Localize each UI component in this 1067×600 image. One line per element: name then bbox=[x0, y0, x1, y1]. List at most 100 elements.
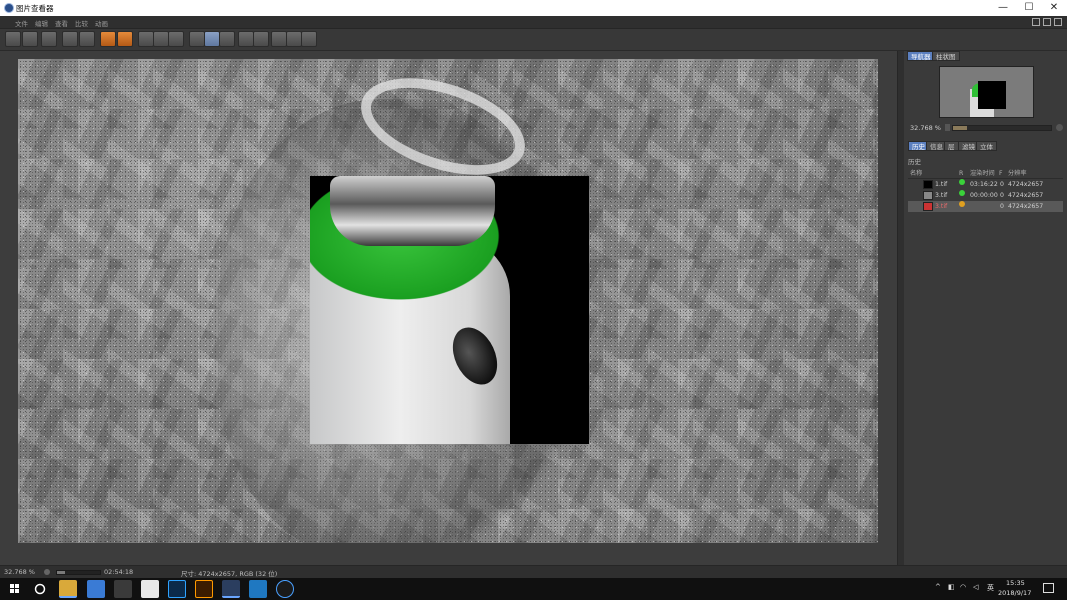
tray-network-icon[interactable]: ◧ bbox=[948, 583, 955, 591]
close-button[interactable]: ✕ bbox=[1041, 0, 1067, 16]
col-name: 名称 bbox=[910, 170, 923, 177]
status-dot bbox=[959, 201, 965, 207]
orange-icon-1[interactable] bbox=[100, 31, 116, 47]
status-time: 02:54:18 bbox=[104, 568, 134, 576]
rotate-icon[interactable] bbox=[271, 31, 287, 47]
tray-ime[interactable]: 英 bbox=[987, 583, 994, 593]
history-table: 名称 R 渲染时间 F 分辨率 1.tif 03:16:22 0 4724x26… bbox=[908, 168, 1063, 212]
frame-icon[interactable] bbox=[286, 31, 302, 47]
menu-file[interactable]: 文件 bbox=[15, 18, 28, 28]
col-time: 渲染时间 bbox=[970, 170, 995, 177]
save-icon[interactable] bbox=[22, 31, 38, 47]
status-dot bbox=[959, 190, 965, 196]
rendered-image[interactable] bbox=[18, 59, 878, 543]
search-icon[interactable] bbox=[168, 31, 184, 47]
tab-navigator[interactable]: 导航器 bbox=[907, 51, 935, 61]
frame-icon-2[interactable] bbox=[301, 31, 317, 47]
orange-icon-2[interactable] bbox=[117, 31, 133, 47]
row-f: 0 bbox=[1000, 181, 1004, 188]
row-resolution: 4724x2657 bbox=[1008, 181, 1044, 188]
photoshop-icon[interactable] bbox=[168, 580, 186, 598]
status-bar: 32.768 % 02:54:18 尺寸: 4724x2657, RGB (32… bbox=[0, 565, 1067, 578]
right-panel: 导航器 柱状图 32.768 % 历史 信息 层 滤镜 立体 历史 名称 R 渲… bbox=[904, 51, 1067, 565]
tab-histogram[interactable]: 柱状图 bbox=[932, 51, 960, 61]
film-icon[interactable] bbox=[189, 31, 205, 47]
vertical-scrollbar[interactable] bbox=[897, 51, 904, 565]
tab-layers[interactable]: 层 bbox=[944, 141, 959, 151]
vs-icon[interactable] bbox=[114, 580, 132, 598]
menu-animation[interactable]: 动画 bbox=[95, 18, 108, 28]
store-icon[interactable] bbox=[87, 580, 105, 598]
app-blue-icon[interactable] bbox=[249, 580, 267, 598]
render-icon[interactable] bbox=[41, 31, 57, 47]
bottle-cap bbox=[330, 176, 495, 246]
window-title: 图片查看器 bbox=[16, 4, 54, 13]
history-row[interactable]: 1.tif 03:16:22 0 4724x2657 bbox=[908, 179, 1063, 190]
grid-icon-1[interactable] bbox=[204, 31, 220, 47]
tray-wifi-icon[interactable]: ◠ bbox=[960, 583, 966, 591]
row-name: 3.tif bbox=[935, 203, 948, 210]
media-icon[interactable] bbox=[276, 580, 294, 598]
search-circle-icon[interactable] bbox=[31, 580, 49, 598]
zoom-slider[interactable] bbox=[952, 125, 1052, 131]
tab-stereo[interactable]: 立体 bbox=[976, 141, 997, 151]
tray-volume-icon[interactable]: ◁ bbox=[973, 583, 978, 591]
history-row-selected[interactable]: 3.tif 0 4724x2657 bbox=[908, 201, 1063, 212]
stack-icon-1[interactable] bbox=[138, 31, 154, 47]
status-play-icon[interactable] bbox=[44, 569, 50, 575]
grid-icon-2[interactable] bbox=[219, 31, 235, 47]
tray-time[interactable]: 15:35 bbox=[1006, 579, 1025, 587]
notification-icon[interactable] bbox=[1043, 583, 1054, 593]
row-time: 00:00:00 bbox=[970, 192, 998, 199]
menu-compare[interactable]: 比较 bbox=[75, 18, 88, 28]
compare-icon[interactable] bbox=[62, 31, 78, 47]
navigator-zoom-value: 32.768 % bbox=[910, 124, 941, 132]
tray-chevron-icon[interactable]: ^ bbox=[935, 583, 941, 591]
tray-date[interactable]: 2018/9/17 bbox=[998, 589, 1031, 597]
illustrator-icon[interactable] bbox=[195, 580, 213, 598]
menu-edit[interactable]: 编辑 bbox=[35, 18, 48, 28]
history-label: 历史 bbox=[908, 158, 921, 166]
row-name: 3.tif bbox=[935, 192, 948, 199]
row-thumbnail bbox=[923, 202, 933, 211]
file-explorer-icon[interactable] bbox=[59, 580, 77, 598]
row-f: 0 bbox=[1000, 192, 1004, 199]
open-icon[interactable] bbox=[5, 31, 21, 47]
col-r: R bbox=[959, 170, 964, 177]
taskbar: ^ ◧ ◠ ◁ 英 15:35 2018/9/17 bbox=[0, 578, 1067, 600]
menu-bar: 文件 编辑 查看 比较 动画 bbox=[0, 16, 1067, 29]
row-f: 0 bbox=[1000, 203, 1004, 210]
navigator-thumbnail[interactable] bbox=[939, 66, 1034, 118]
maximize-button[interactable]: ☐ bbox=[1016, 0, 1042, 16]
app-icon bbox=[4, 3, 14, 13]
row-name: 1.tif bbox=[935, 181, 948, 188]
zoom-icon[interactable] bbox=[79, 31, 95, 47]
image-viewport[interactable] bbox=[0, 51, 897, 565]
stack-icon-2[interactable] bbox=[153, 31, 169, 47]
zoom-play-button[interactable] bbox=[1056, 124, 1063, 131]
menu-view[interactable]: 查看 bbox=[55, 18, 68, 28]
channel-a-icon[interactable] bbox=[238, 31, 254, 47]
status-dot bbox=[959, 179, 965, 185]
chrome-icon[interactable] bbox=[141, 580, 159, 598]
zoom-stepper[interactable] bbox=[945, 124, 950, 131]
layout-icon-3[interactable] bbox=[1054, 18, 1062, 26]
start-icon[interactable] bbox=[6, 580, 24, 598]
title-bar: 图片查看器 — ☐ ✕ bbox=[0, 0, 1067, 16]
status-progress bbox=[56, 570, 101, 575]
history-header: 名称 R 渲染时间 F 分辨率 bbox=[908, 168, 1063, 179]
row-thumbnail bbox=[923, 180, 933, 189]
render-region bbox=[310, 176, 589, 444]
layout-icon-1[interactable] bbox=[1032, 18, 1040, 26]
row-time: 03:16:22 bbox=[970, 181, 998, 188]
history-row[interactable]: 3.tif 00:00:00 0 4724x2657 bbox=[908, 190, 1063, 201]
row-resolution: 4724x2657 bbox=[1008, 192, 1044, 199]
toolbar bbox=[0, 29, 1067, 51]
status-info: 尺寸: 4724x2657, RGB (32 位) bbox=[181, 570, 278, 578]
channel-b-icon[interactable] bbox=[253, 31, 269, 47]
layout-icon-2[interactable] bbox=[1043, 18, 1051, 26]
row-resolution: 4724x2657 bbox=[1008, 203, 1044, 210]
navigator-zoom-row: 32.768 % bbox=[908, 123, 1063, 133]
c4d-icon[interactable] bbox=[222, 580, 240, 598]
minimize-button[interactable]: — bbox=[990, 0, 1016, 16]
